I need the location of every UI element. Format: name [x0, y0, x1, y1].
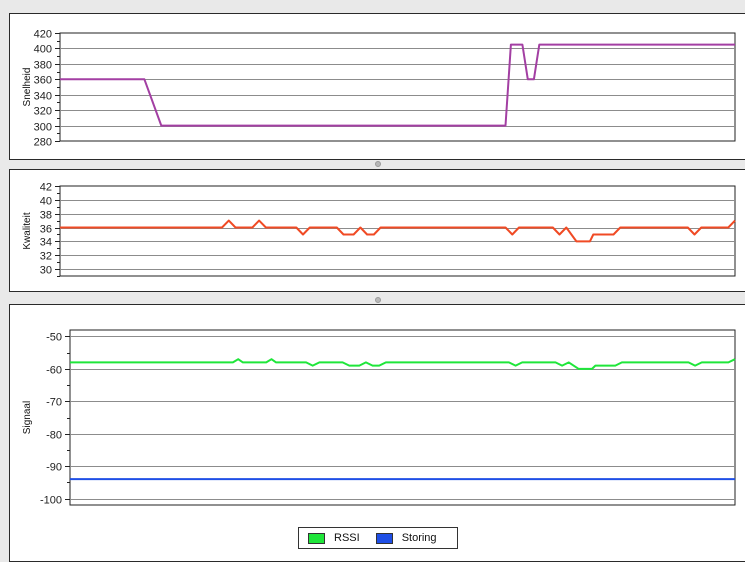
y-tick-label: 400: [34, 44, 52, 56]
signal-chart: -100 -90 -80 -70 -60 -50 Signaal: [22, 329, 736, 507]
series-line-0: [60, 219, 736, 243]
series-line-0: [60, 43, 735, 127]
plot-frame: [59, 185, 736, 277]
y-tick-label: 360: [34, 75, 52, 87]
y-tick-label: 300: [34, 122, 52, 134]
y-tick-label: 320: [34, 106, 52, 118]
legend-item-storing: Storing: [375, 532, 437, 544]
y-tick-label: 38: [40, 210, 52, 222]
legend-item-rssi: RSSI: [308, 532, 360, 544]
splitter-handle[interactable]: [375, 297, 381, 303]
y-tick-label: 280: [34, 137, 52, 149]
y-tick-label: -60: [46, 365, 62, 377]
signal-chart-panel: -100 -90 -80 -70 -60 -50 Signaal: [9, 304, 745, 562]
grid: 30 32 3436 38 40 42: [40, 182, 736, 277]
y-tick-label: -70: [46, 397, 62, 409]
y-tick-label: -50: [46, 332, 62, 344]
y-tick-label: -90: [46, 462, 62, 474]
legend-swatch: [308, 532, 325, 544]
y-tick-label: 340: [34, 91, 52, 103]
grid: 280 300 320 340 360 380 400 420: [34, 29, 736, 149]
chart-legend: RSSI Storing: [298, 527, 458, 549]
y-tick-label: 380: [34, 60, 52, 72]
splitter-handle[interactable]: [375, 161, 381, 167]
y-tick-label: -100: [40, 495, 62, 507]
y-tick-label: 42: [40, 182, 52, 194]
signal-monitor-window: 280 300 320 340 360 380 400 420 Snelheid 30 32 34 3…: [0, 0, 745, 562]
legend-label: Storing: [401, 532, 437, 544]
legend-swatch: [375, 532, 393, 544]
y-tick-label: 30: [40, 265, 52, 277]
series-line-rssi: [70, 358, 736, 370]
y-tick-label: 34: [40, 237, 52, 249]
quality-chart-panel: 30 32 34 36 38 40 42 Kwaliteit: [9, 169, 745, 292]
quality-chart: 30 32 3436 38 40 42 Kwaliteit: [22, 182, 736, 277]
y-axis-title: Snelheid: [22, 68, 33, 107]
y-axis-title: Signaal: [22, 401, 33, 434]
y-axis-title: Kwaliteit: [22, 212, 33, 249]
y-tick-label: 40: [40, 196, 52, 208]
y-tick-label: 420: [34, 29, 52, 41]
legend-label: RSSI: [334, 532, 360, 544]
y-tick-label: -80: [46, 430, 62, 442]
speed-chart-panel: 280 300 320 340 360 380 400 420 Snelheid: [9, 13, 745, 160]
speed-chart: 280 300 320 340 360 380 400 420 Snelheid: [22, 29, 736, 149]
y-tick-label: 36: [40, 224, 52, 236]
y-tick-label: 32: [40, 251, 52, 263]
